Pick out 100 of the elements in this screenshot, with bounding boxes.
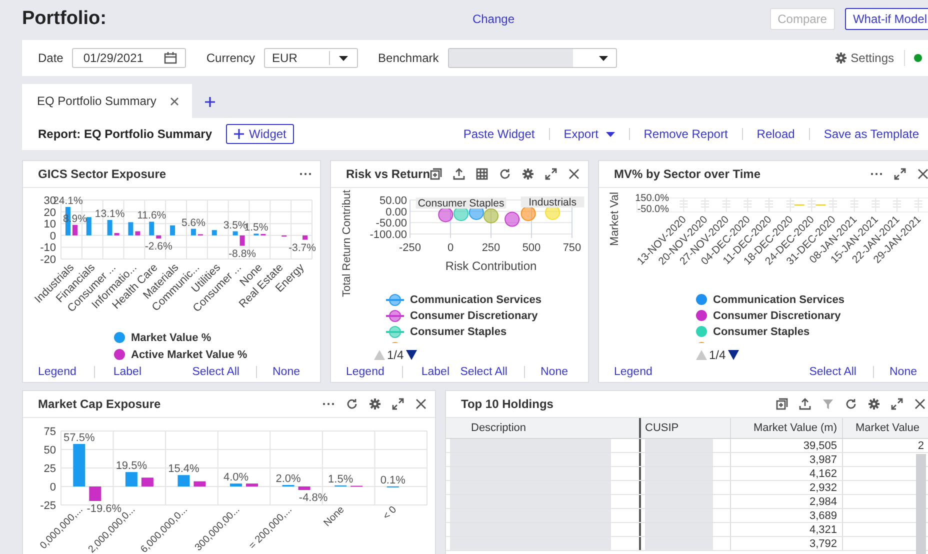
expand-icon[interactable] <box>894 168 906 180</box>
close-icon[interactable] <box>170 96 180 106</box>
add-panel-icon[interactable] <box>430 168 442 180</box>
axis-tick-label: -25 <box>40 500 56 512</box>
close-icon[interactable] <box>568 168 580 180</box>
axis-label: < 0 <box>381 504 399 522</box>
report-action-link[interactable]: Save as Template <box>824 127 919 141</box>
footer-link[interactable]: Select All <box>192 366 240 378</box>
legend-label[interactable]: Communication Services <box>410 294 542 306</box>
table-cell: 4,162 <box>731 467 843 480</box>
data-label: 0.1% <box>380 474 406 486</box>
footer-link[interactable]: None <box>540 366 568 378</box>
calendar-icon[interactable] <box>164 52 178 64</box>
report-title: Report: EQ Portfolio Summary <box>38 127 212 141</box>
data-label: 13.1% <box>94 208 125 220</box>
axis-tick-label: 0 <box>50 230 56 242</box>
table-icon[interactable] <box>476 168 488 180</box>
legend-label[interactable]: Consumer Staples <box>713 326 810 338</box>
widget-title: GICS Sector Exposure <box>38 167 168 181</box>
refresh-icon[interactable] <box>499 168 512 180</box>
add-tab-icon[interactable] <box>204 96 216 108</box>
legend-label[interactable]: Market Value % <box>131 332 212 344</box>
data-label: 57.5% <box>64 432 95 444</box>
footer-link[interactable]: Select All <box>460 366 508 378</box>
axis-tick-label: -50.00 <box>376 218 407 230</box>
bar[interactable] <box>298 486 310 490</box>
axis-title: Total Return Contribut <box>341 190 353 297</box>
column-header[interactable]: CUSIP <box>641 418 731 438</box>
axis-title: Market Val <box>609 192 621 246</box>
plus-icon <box>234 129 244 139</box>
legend-label[interactable]: Consumer Staples <box>410 326 507 338</box>
axis-tick-label: 250 <box>482 242 500 254</box>
legend-label[interactable]: Consumer Discretionary <box>713 310 841 322</box>
upload-icon[interactable] <box>799 398 811 410</box>
data-label: -2.6% <box>144 240 172 252</box>
footer-link[interactable]: None <box>890 366 917 378</box>
more-icon[interactable] <box>299 172 312 176</box>
close-icon[interactable] <box>917 168 928 180</box>
export-menu[interactable]: Export <box>564 127 615 141</box>
close-icon[interactable] <box>415 398 427 410</box>
widget-title: Risk vs Return <box>346 167 430 181</box>
header-button[interactable]: What-if Model <box>844 8 928 30</box>
data-label: 5.6% <box>182 216 206 229</box>
change-link[interactable]: Change <box>442 12 515 26</box>
data-label: 11.6% <box>137 210 166 222</box>
upload-icon[interactable] <box>453 168 466 180</box>
more-icon[interactable] <box>870 172 883 176</box>
bar[interactable] <box>72 224 78 236</box>
expand-icon[interactable] <box>545 168 558 180</box>
axis-tick-label: -50.0% <box>637 204 669 215</box>
table-cell: 3,792 <box>731 537 843 550</box>
axis-tick-label: 150.0% <box>635 193 669 204</box>
report-action-link[interactable]: Paste Widget <box>463 127 535 141</box>
more-icon[interactable] <box>322 402 335 406</box>
footer-link[interactable]: Legend <box>614 366 652 378</box>
expand-icon[interactable] <box>392 398 404 410</box>
date-field[interactable]: 01/29/2021 <box>72 48 186 68</box>
expand-icon[interactable] <box>891 398 903 410</box>
add-panel-icon[interactable] <box>776 398 788 410</box>
axis-tick-label: -250 <box>398 242 422 254</box>
add-widget-button[interactable]: Widget <box>226 124 294 144</box>
data-label: 1.5% <box>328 473 354 486</box>
legend-label[interactable]: Active Market Value % <box>131 348 248 360</box>
footer-link[interactable]: Legend <box>38 366 76 378</box>
scrollbar[interactable] <box>916 454 926 554</box>
bar[interactable] <box>141 478 154 486</box>
column-header[interactable]: Market Value (m) <box>731 418 843 438</box>
footer-link[interactable]: Select All <box>809 366 856 378</box>
data-label: 15.4% <box>168 463 200 476</box>
close-icon[interactable] <box>914 398 926 410</box>
refresh-icon[interactable] <box>346 398 358 410</box>
settings-icon[interactable] <box>868 398 880 410</box>
footer-link[interactable]: Label <box>421 366 450 378</box>
table-cell: 4,321 <box>731 523 843 536</box>
report-action-link[interactable]: Reload <box>756 127 795 141</box>
legend-label[interactable]: Communication Services <box>713 294 844 306</box>
bar[interactable] <box>89 486 102 501</box>
currency-select[interactable]: EUR <box>264 48 358 68</box>
report-action-link[interactable]: Remove Report <box>644 127 728 141</box>
axis-tick-label: -20 <box>40 254 56 266</box>
down-arrow-icon[interactable] <box>728 350 739 360</box>
axis-tick-label: -100.00 <box>370 229 407 241</box>
dropdown-caret-icon <box>606 132 615 138</box>
settings-link[interactable]: Settings <box>850 51 894 65</box>
axis-title: Risk Contribution <box>445 259 537 273</box>
bar[interactable] <box>302 235 308 240</box>
footer-link[interactable]: Label <box>113 366 142 378</box>
legend-label[interactable]: Consumer Discretionary <box>410 310 538 322</box>
axis-tick-label: 20 <box>44 206 56 219</box>
column-header[interactable]: Market Value <box>843 418 928 438</box>
settings-icon[interactable] <box>369 398 381 410</box>
down-arrow-icon[interactable] <box>406 350 417 360</box>
settings-icon[interactable] <box>834 52 847 64</box>
refresh-icon[interactable] <box>845 398 857 410</box>
filter-icon[interactable] <box>822 398 834 410</box>
settings-icon[interactable] <box>522 168 534 180</box>
bar[interactable] <box>156 235 162 238</box>
report-tab[interactable]: EQ Portfolio Summary <box>22 84 192 118</box>
footer-link[interactable]: Legend <box>346 366 384 378</box>
footer-link[interactable]: None <box>272 366 300 378</box>
